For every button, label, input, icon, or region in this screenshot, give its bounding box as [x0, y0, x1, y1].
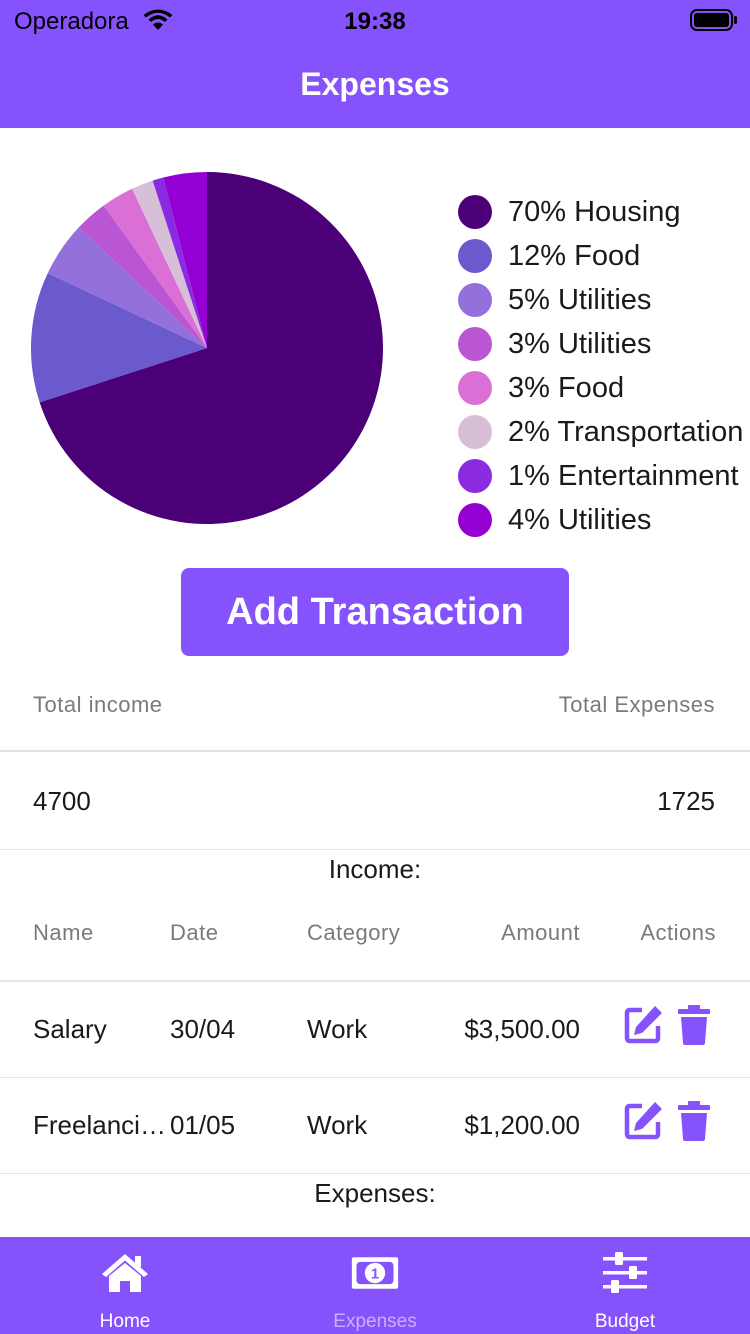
header: Operadora 19:38 Expenses: [0, 0, 750, 128]
edit-icon[interactable]: [622, 1004, 664, 1046]
legend-item: 5% Utilities: [458, 278, 750, 322]
legend-label: 5% Utilities: [508, 283, 652, 316]
expenses-section-title: Expenses:: [314, 1178, 436, 1208]
legend-item: 3% Utilities: [458, 322, 750, 366]
sliders-icon: [603, 1252, 647, 1293]
tab-home[interactable]: Home: [0, 1237, 250, 1334]
total-income-label: Total income: [33, 692, 163, 717]
row-category: Work: [307, 1014, 368, 1044]
legend-swatch: [458, 195, 492, 229]
column-header-amount: Amount: [501, 920, 580, 945]
legend-label: 4% Utilities: [508, 503, 652, 536]
row-category: Work: [307, 1110, 368, 1140]
home-icon: [102, 1254, 148, 1292]
totals-values-row: 4700 1725: [0, 754, 750, 850]
row-name: Salary: [33, 1014, 107, 1044]
legend-item: 70% Housing: [458, 190, 750, 234]
battery-icon: [690, 9, 737, 31]
status-time: 19:38: [344, 8, 406, 35]
tab-budget[interactable]: Budget: [500, 1237, 750, 1334]
row-amount: $1,200.00: [464, 1110, 580, 1140]
column-header-actions: Actions: [640, 920, 716, 945]
legend-item: 4% Utilities: [458, 498, 750, 542]
row-name: Freelancing: [33, 1110, 167, 1140]
legend-label: 12% Food: [508, 239, 641, 272]
legend-swatch: [458, 371, 492, 405]
table-header-row: Name Date Category Amount Actions: [0, 900, 750, 982]
table-row: Freelancing 01/05 Work $1,200.00: [0, 1078, 750, 1174]
legend-swatch: [458, 239, 492, 273]
money-icon: 1: [351, 1257, 399, 1289]
total-income-value: 4700: [33, 786, 91, 816]
trash-icon[interactable]: [676, 1100, 712, 1142]
total-expenses-value: 1725: [657, 786, 715, 816]
tab-label: Expenses: [333, 1311, 417, 1332]
legend-label: 3% Utilities: [508, 327, 652, 360]
legend-label: 1% Entertainment: [508, 459, 739, 492]
legend-swatch: [458, 459, 492, 493]
legend-swatch: [458, 283, 492, 317]
tab-label: Budget: [594, 1311, 656, 1332]
legend-item: 1% Entertainment: [458, 454, 750, 498]
column-header-name: Name: [33, 920, 94, 945]
row-amount: $3,500.00: [464, 1014, 580, 1044]
legend-label: 3% Food: [508, 371, 625, 404]
table-row: Salary 30/04 Work $3,500.00: [0, 982, 750, 1078]
row-date: 01/05: [170, 1110, 236, 1140]
totals-header-row: Total income Total Expenses: [0, 680, 750, 752]
legend-label: 2% Transportation: [508, 415, 744, 448]
trash-icon[interactable]: [676, 1004, 712, 1046]
legend-label: 70% Housing: [508, 195, 681, 228]
expenses-pie-chart: [31, 172, 383, 524]
edit-icon[interactable]: [622, 1100, 664, 1142]
legend-item: 3% Food: [458, 366, 750, 410]
row-date: 30/04: [170, 1014, 236, 1044]
svg-text:1: 1: [371, 1267, 379, 1283]
status-bar: Operadora 19:38: [0, 0, 750, 42]
legend-item: 2% Transportation: [458, 410, 750, 454]
legend-item: 12% Food: [458, 234, 750, 278]
column-header-date: Date: [170, 920, 219, 945]
add-transaction-button[interactable]: Add Transaction: [181, 568, 569, 656]
tab-label: Home: [99, 1311, 151, 1332]
tab-expenses[interactable]: 1 Expenses: [250, 1237, 500, 1334]
income-section-title: Income:: [328, 854, 422, 884]
chart-legend: 70% Housing 12% Food 5% Utilities 3% Uti…: [458, 190, 750, 542]
tab-bar: Home 1 Expenses Budget: [0, 1237, 750, 1334]
total-expenses-label: Total Expenses: [558, 692, 715, 717]
legend-swatch: [458, 503, 492, 537]
column-header-category: Category: [307, 920, 401, 945]
legend-swatch: [458, 327, 492, 361]
legend-swatch: [458, 415, 492, 449]
page-title: Expenses: [300, 66, 450, 102]
